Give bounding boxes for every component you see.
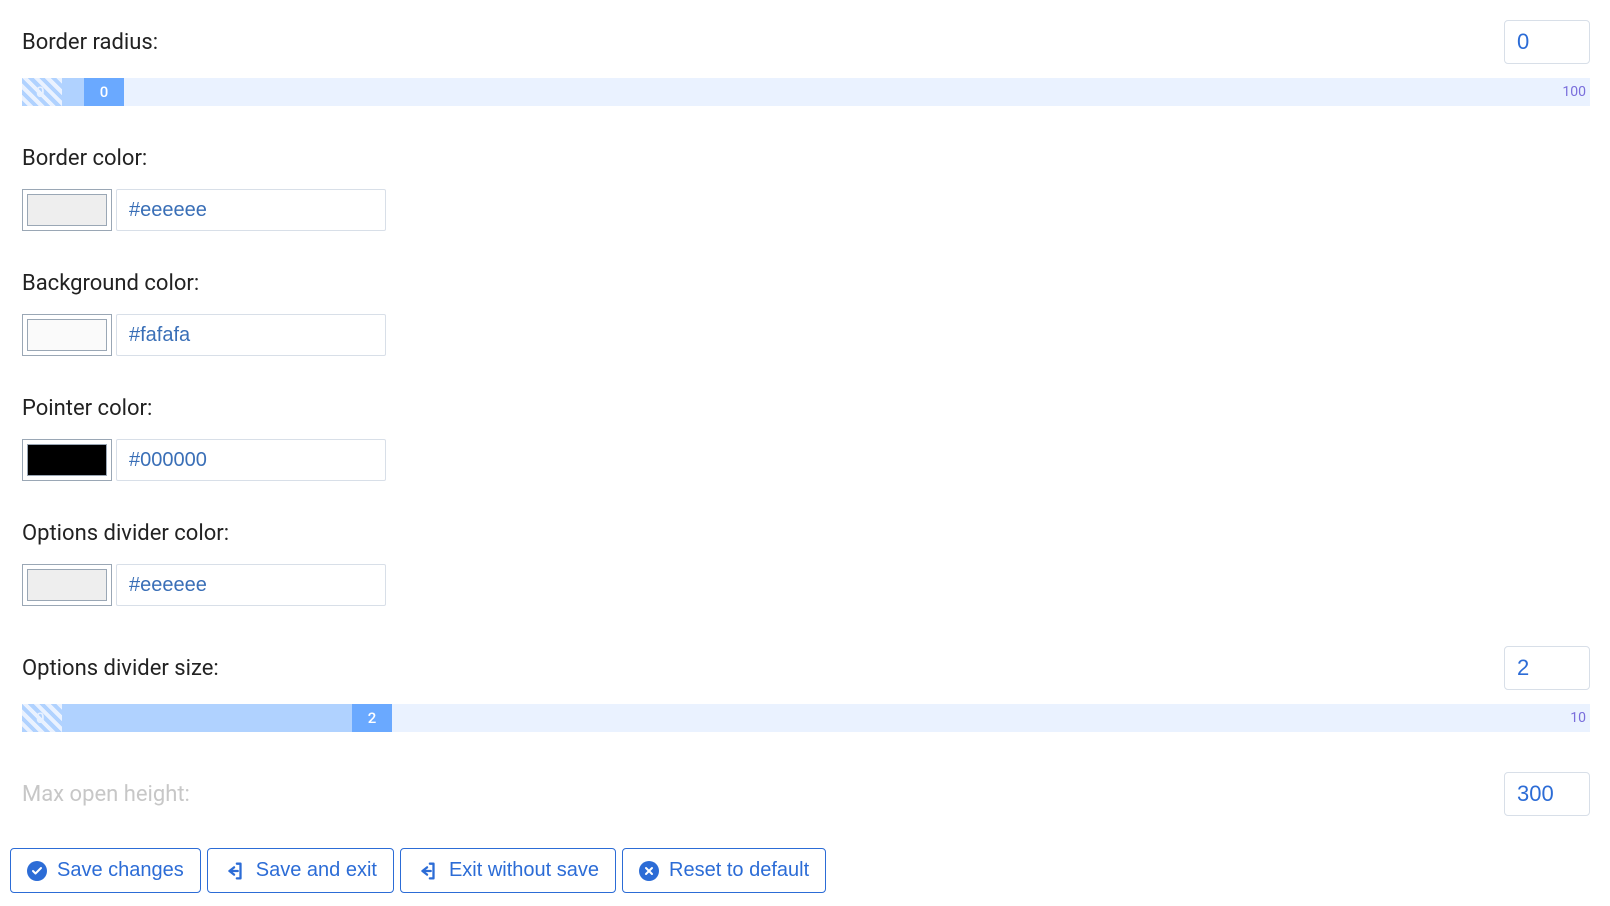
- label-border-color: Border color:: [22, 146, 1590, 171]
- label-border-radius: Border radius:: [22, 30, 158, 55]
- label-pointer-color: Pointer color:: [22, 396, 1590, 421]
- field-divider-color: Options divider color:: [22, 521, 1590, 606]
- swatch-pointer-color[interactable]: [22, 439, 112, 481]
- label-divider-color: Options divider color:: [22, 521, 1590, 546]
- input-border-radius[interactable]: [1504, 20, 1590, 64]
- slider-handle-border-radius[interactable]: 0: [84, 78, 124, 106]
- slider-max-border-radius: 100: [1562, 84, 1586, 100]
- cloud-check-icon: [27, 861, 47, 881]
- field-divider-size: Options divider size: 0 2 10: [22, 646, 1590, 732]
- reset-to-default-button[interactable]: Reset to default: [622, 848, 826, 893]
- field-border-color: Border color:: [22, 146, 1590, 231]
- swatch-border-color[interactable]: [22, 189, 112, 231]
- input-background-color[interactable]: [116, 314, 386, 356]
- field-pointer-color: Pointer color:: [22, 396, 1590, 481]
- arrow-left-bracket-icon: [224, 860, 246, 882]
- field-border-radius: Border radius: 0 0 100: [22, 20, 1590, 106]
- slider-divider-size[interactable]: 0 2 10: [22, 704, 1590, 732]
- label-max-open-height: Max open height:: [22, 782, 190, 807]
- input-divider-size[interactable]: [1504, 646, 1590, 690]
- label-background-color: Background color:: [22, 271, 1590, 296]
- slider-max-divider-size: 10: [1570, 710, 1586, 726]
- exit-without-save-button[interactable]: Exit without save: [400, 848, 616, 893]
- save-changes-button[interactable]: Save changes: [10, 848, 201, 893]
- field-max-open-height: Max open height:: [22, 772, 1590, 816]
- input-divider-color[interactable]: [116, 564, 386, 606]
- label-divider-size: Options divider size:: [22, 656, 219, 681]
- swatch-background-color[interactable]: [22, 314, 112, 356]
- close-circle-icon: [639, 861, 659, 881]
- swatch-divider-color[interactable]: [22, 564, 112, 606]
- input-pointer-color[interactable]: [116, 439, 386, 481]
- arrow-left-bracket-icon: [417, 860, 439, 882]
- field-background-color: Background color:: [22, 271, 1590, 356]
- input-max-open-height[interactable]: [1504, 772, 1590, 816]
- action-bar: Save changes Save and exit Exit without …: [10, 848, 1600, 893]
- input-border-color[interactable]: [116, 189, 386, 231]
- slider-handle-divider-size[interactable]: 2: [352, 704, 392, 732]
- save-and-exit-button[interactable]: Save and exit: [207, 848, 394, 893]
- slider-border-radius[interactable]: 0 0 100: [22, 78, 1590, 106]
